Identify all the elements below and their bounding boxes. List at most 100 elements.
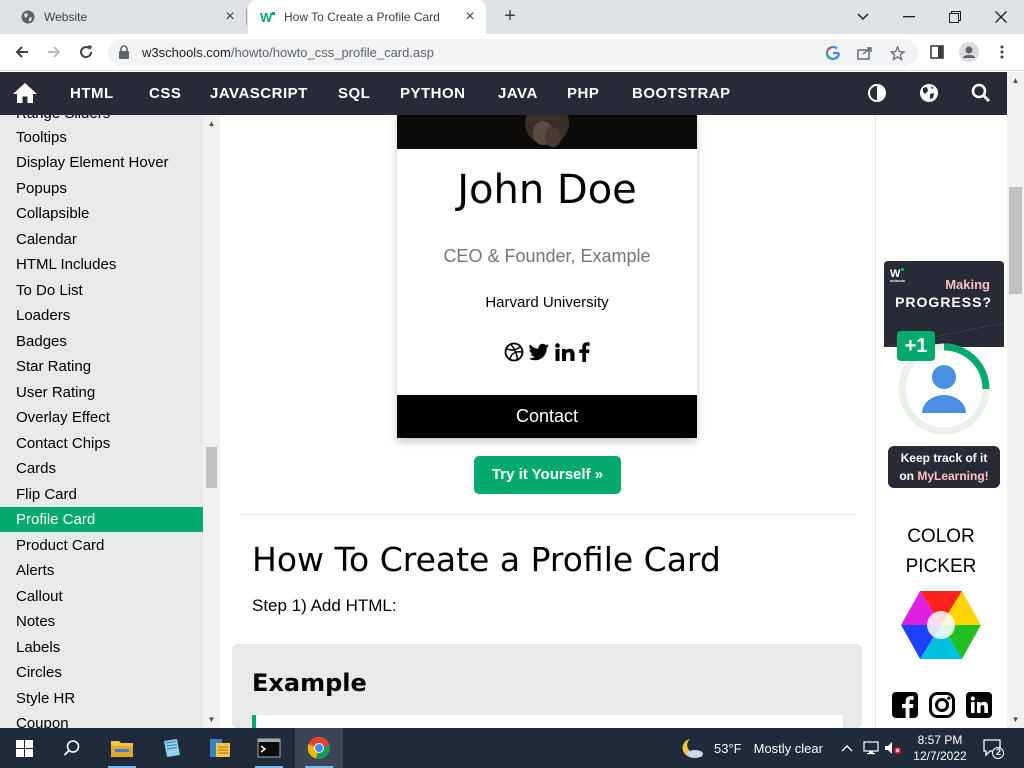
- sidebar-item-tooltips[interactable]: Tooltips: [0, 125, 203, 150]
- facebook-icon[interactable]: [579, 341, 590, 367]
- color-hexagon-icon[interactable]: [900, 590, 982, 660]
- close-window-icon[interactable]: [978, 0, 1024, 34]
- close-tab-icon[interactable]: ×: [222, 9, 238, 25]
- nav-html[interactable]: HTML: [70, 72, 114, 115]
- nav-java[interactable]: JAVA: [498, 72, 538, 115]
- step-text: Step 1) Add HTML:: [252, 596, 397, 615]
- lock-icon[interactable]: [118, 45, 130, 64]
- home-icon[interactable]: [12, 82, 38, 106]
- nav-sql[interactable]: SQL: [338, 72, 370, 115]
- google-icon[interactable]: [824, 44, 842, 62]
- sidebar-item-circles[interactable]: Circles: [0, 660, 203, 685]
- profile-name: John Doe: [457, 167, 637, 213]
- bookmark-star-icon[interactable]: [888, 44, 906, 62]
- sidebar-item-html-includes[interactable]: HTML Includes: [0, 252, 203, 277]
- sidebar-item-display-element-hover[interactable]: Display Element Hover: [0, 150, 203, 175]
- sidebar-scroll-thumb[interactable]: [206, 447, 217, 488]
- sidebar-item-product-card[interactable]: Product Card: [0, 533, 203, 558]
- terminal-icon[interactable]: [245, 728, 293, 768]
- address-toolbar: w3schools.com/howto/howto_css_profile_ca…: [0, 34, 1024, 71]
- close-tab-icon[interactable]: ×: [462, 9, 478, 25]
- sidebar-scrollbar[interactable]: ▲ ▼: [203, 115, 220, 728]
- page-scroll-thumb[interactable]: [1009, 187, 1022, 294]
- page-heading: How To Create a Profile Card: [252, 540, 721, 579]
- restore-icon[interactable]: [932, 0, 978, 34]
- facebook-icon[interactable]: [892, 692, 918, 720]
- scroll-down-arrow-icon[interactable]: ▼: [1011, 715, 1020, 724]
- system-clock[interactable]: 8:57 PM 12/7/2022: [908, 732, 972, 764]
- search-icon[interactable]: [970, 82, 992, 104]
- volume-muted-icon[interactable]: [884, 739, 902, 757]
- reload-icon[interactable]: [74, 40, 98, 64]
- nav-python[interactable]: PYTHON: [400, 72, 466, 115]
- sidebar-item-popups[interactable]: Popups: [0, 176, 203, 201]
- back-icon[interactable]: [10, 40, 34, 64]
- weather-condition: Mostly clear: [753, 740, 823, 756]
- chevron-up-icon[interactable]: [838, 739, 856, 757]
- windows-start-icon[interactable]: [0, 728, 48, 768]
- scroll-up-arrow-icon[interactable]: ▲: [1011, 76, 1020, 85]
- forward-icon[interactable]: [42, 40, 66, 64]
- sidebar-item-alerts[interactable]: Alerts: [0, 558, 203, 583]
- sidebar-item-overlay-effect[interactable]: Overlay Effect: [0, 405, 203, 430]
- profile-avatar-icon[interactable]: [957, 40, 981, 64]
- tab-profile-card[interactable]: W How To Create a Profile Card ×: [248, 0, 486, 34]
- sidebar-item-flip-card[interactable]: Flip Card: [0, 482, 203, 507]
- scroll-up-arrow-icon[interactable]: ▲: [207, 119, 216, 128]
- sidebar-item-profile-card[interactable]: Profile Card: [0, 507, 203, 532]
- clock-time: 8:57 PM: [917, 733, 963, 747]
- notification-center-icon[interactable]: 2: [982, 737, 1004, 759]
- dribbble-icon[interactable]: [504, 342, 524, 367]
- sidebar-item-to-do-list[interactable]: To Do List: [0, 278, 203, 303]
- new-tab-button[interactable]: +: [498, 5, 522, 29]
- sidebar-item-cards[interactable]: Cards: [0, 456, 203, 481]
- sidebar-item-callout[interactable]: Callout: [0, 584, 203, 609]
- linkedin-icon[interactable]: [966, 692, 992, 720]
- side-panel-icon[interactable]: [925, 40, 949, 64]
- nav-javascript[interactable]: JAVASCRIPT: [210, 72, 308, 115]
- network-icon[interactable]: [862, 739, 880, 757]
- search-icon[interactable]: [48, 728, 96, 768]
- sidebar-item-star-rating[interactable]: Star Rating: [0, 354, 203, 379]
- minimize-icon[interactable]: [886, 0, 932, 34]
- sidebar-item-coupon[interactable]: Coupon: [0, 711, 203, 728]
- page-scrollbar[interactable]: ▲ ▼: [1007, 72, 1024, 728]
- contact-button[interactable]: Contact: [397, 395, 697, 438]
- sidebar-item-user-rating[interactable]: User Rating: [0, 380, 203, 405]
- tab-search-icon[interactable]: [840, 0, 886, 34]
- example-box: Example: [232, 644, 862, 728]
- nav-css[interactable]: CSS: [149, 72, 181, 115]
- sidebar-item-loaders[interactable]: Loaders: [0, 303, 203, 328]
- sidebar-item-calendar[interactable]: Calendar: [0, 227, 203, 252]
- url-bar[interactable]: w3schools.com/howto/howto_css_profile_ca…: [108, 39, 918, 66]
- more-menu-icon[interactable]: [990, 40, 1014, 64]
- tab-website[interactable]: Website ×: [8, 0, 246, 34]
- windows-taskbar: 53°F Mostly clear 8:57 PM 12/7/2022 2: [0, 728, 1024, 768]
- try-it-yourself-button[interactable]: Try it Yourself »: [474, 456, 621, 494]
- notepad-icon[interactable]: [148, 728, 196, 768]
- chrome-icon[interactable]: [295, 728, 343, 768]
- sidebar-item-style-hr[interactable]: Style HR: [0, 686, 203, 711]
- profile-school: Harvard University: [485, 294, 609, 311]
- sidebar-item-contact-chips[interactable]: Contact Chips: [0, 431, 203, 456]
- linkedin-icon[interactable]: [554, 342, 575, 366]
- file-explorer-icon[interactable]: [98, 728, 146, 768]
- twitter-icon[interactable]: [528, 343, 550, 366]
- sidebar-item-notes[interactable]: Notes: [0, 609, 203, 634]
- nav-php[interactable]: PHP: [567, 72, 599, 115]
- sidebar-item-labels[interactable]: Labels: [0, 635, 203, 660]
- sidebar-menu: Range Sliders Tooltips Display Element H…: [0, 115, 203, 728]
- weather-widget[interactable]: 53°F Mostly clear: [680, 728, 823, 768]
- sidebar-item-collapsible[interactable]: Collapsible: [0, 201, 203, 226]
- instagram-icon[interactable]: [929, 692, 955, 720]
- ad-mylearning-link[interactable]: MyLearning!: [917, 469, 988, 483]
- nav-bootstrap[interactable]: BOOTSTRAP: [632, 72, 731, 115]
- theme-toggle-icon[interactable]: [866, 82, 888, 104]
- share-icon[interactable]: [856, 44, 874, 62]
- sidebar-item-badges[interactable]: Badges: [0, 329, 203, 354]
- mylearning-ad-banner[interactable]: Wschools Making PROGRESS? +1 Keep track …: [884, 261, 1004, 489]
- file-manager-icon[interactable]: [196, 728, 244, 768]
- scroll-down-arrow-icon[interactable]: ▼: [207, 715, 216, 724]
- color-picker-link[interactable]: COLOR PICKER: [880, 522, 1002, 582]
- globe-icon[interactable]: [918, 82, 940, 104]
